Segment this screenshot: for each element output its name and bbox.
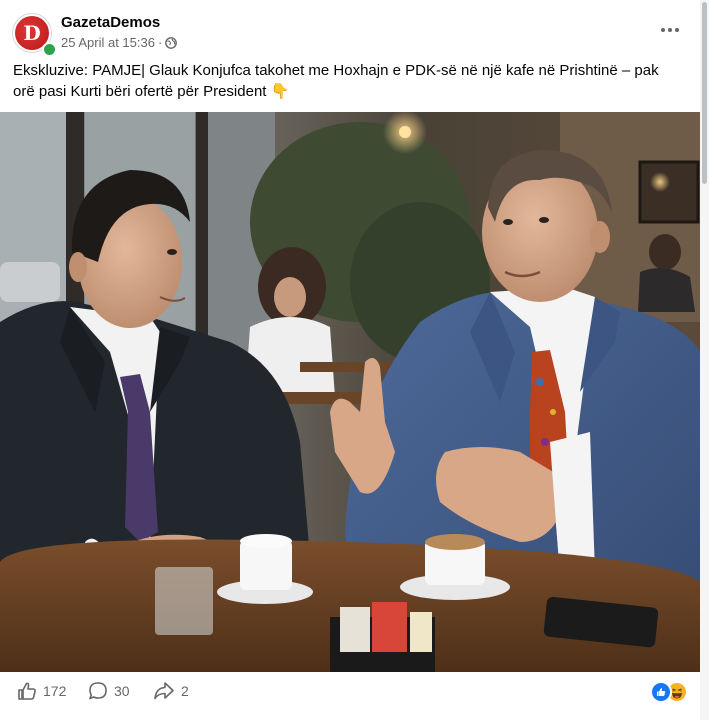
reaction-summary[interactable]: [650, 681, 688, 703]
scrollbar-thumb[interactable]: [702, 2, 707, 184]
post-photo[interactable]: [0, 112, 700, 672]
globe-icon[interactable]: [165, 36, 178, 49]
more-horizontal-icon: [661, 28, 679, 32]
share-count: 2: [181, 683, 189, 699]
cafe-meeting-illustration: [0, 112, 700, 672]
thumbs-up-icon: [18, 682, 36, 700]
online-status-icon: [42, 42, 57, 57]
post-header: D GazetaDemos 25 April at 15:36 ·: [0, 0, 700, 58]
comment-icon: [89, 682, 107, 700]
share-icon: [154, 682, 174, 700]
post-timestamp[interactable]: 25 April at 15:36: [61, 35, 155, 50]
meta-separator: ·: [157, 35, 163, 50]
facebook-post: D GazetaDemos 25 April at 15:36 · Eksklu…: [0, 0, 709, 720]
more-options-button[interactable]: [652, 18, 688, 42]
post-body-text: Ekskluzive: PAMJE| Glauk Konjufca takohe…: [13, 62, 659, 100]
like-count: 172: [43, 683, 67, 699]
share-button[interactable]: 2: [153, 681, 189, 701]
comment-count: 30: [114, 683, 130, 699]
scrollbar[interactable]: [700, 0, 709, 720]
post-actions-bar: 172 30 2: [0, 673, 700, 713]
page-name-link[interactable]: GazetaDemos: [61, 14, 160, 31]
like-reaction-icon: [650, 681, 672, 703]
like-button[interactable]: 172: [17, 681, 66, 701]
comment-button[interactable]: 30: [88, 681, 130, 701]
post-meta: 25 April at 15:36 ·: [61, 35, 178, 50]
